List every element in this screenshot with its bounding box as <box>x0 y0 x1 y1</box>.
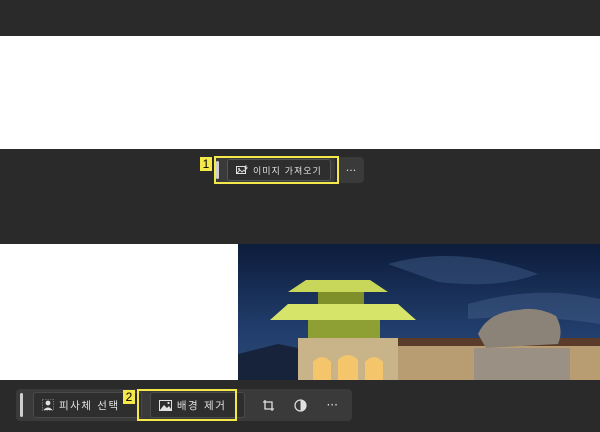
palace-photo <box>238 244 600 380</box>
top-strip <box>0 0 600 36</box>
select-subject-label: 피사체 선택 <box>58 399 120 412</box>
person-icon <box>42 399 54 411</box>
more-options-button[interactable]: ··· <box>338 157 364 183</box>
blank-canvas-area <box>0 36 600 149</box>
step-marker-1: 1 <box>200 157 212 171</box>
adjust-button[interactable] <box>286 392 315 418</box>
image-context-toolbar: 이미지 가져오기 <box>214 157 335 183</box>
toolbar-drag-handle[interactable] <box>20 393 23 417</box>
remove-background-label: 배경 제거 <box>176 399 227 412</box>
step-marker-2: 2 <box>123 390 135 404</box>
selection-toolbar: 피사체 선택 배경 제거 ··· <box>16 389 352 421</box>
image-icon <box>158 399 172 411</box>
more-options-icon: ··· <box>326 398 338 412</box>
import-image-label: 이미지 가져오기 <box>253 166 322 177</box>
import-image-button[interactable]: 이미지 가져오기 <box>227 159 331 181</box>
toolbar-drag-handle[interactable] <box>216 161 219 179</box>
import-image-icon <box>236 165 248 175</box>
more-options-button[interactable]: ··· <box>318 392 346 418</box>
more-options-icon: ··· <box>345 163 357 177</box>
crop-tool-button[interactable] <box>254 392 283 418</box>
remove-background-button[interactable]: 배경 제거 <box>149 392 245 418</box>
contrast-icon <box>294 398 307 412</box>
blank-canvas-area-bottom <box>0 244 238 380</box>
crop-icon <box>262 399 275 412</box>
